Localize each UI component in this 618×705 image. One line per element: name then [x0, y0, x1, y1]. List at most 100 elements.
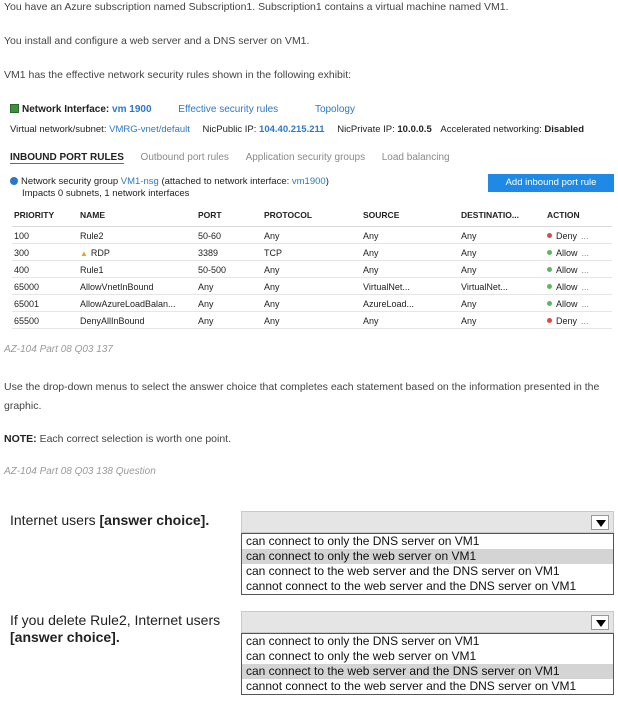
table-row[interactable]: 65500 DenyAllInBound Any Any Any Any Deny... — [12, 311, 612, 329]
cell-source: Any — [361, 311, 459, 329]
cell-port-text: Any — [198, 282, 214, 292]
cell-protocol: Any — [262, 294, 361, 312]
cell-name-text: Rule1 — [80, 265, 104, 275]
tab-inbound-port-rules[interactable]: INBOUND PORT RULES — [10, 152, 124, 163]
accel-label: Accelerated networking: — [440, 124, 542, 135]
cell-source: AzureLoad... — [361, 294, 459, 312]
table-row[interactable]: 65001 AllowAzureLoadBalan... Any Any AzureLo… — [12, 294, 612, 312]
q2-option[interactable]: can connect to only the DNS server on VM… — [242, 634, 613, 649]
more-options-icon[interactable]: ... — [581, 316, 589, 326]
table-row[interactable]: 400 Rule1 50-500 Any Any Any Allow... — [12, 260, 612, 278]
more-options-icon[interactable]: ... — [582, 265, 590, 275]
col-name[interactable]: NAME — [78, 208, 196, 227]
cell-destination: Any — [459, 311, 545, 329]
nsg-impacts: Impacts 0 subnets, 1 network interfaces — [22, 188, 190, 199]
cell-protocol-text: Any — [264, 265, 280, 275]
more-options-icon[interactable]: ... — [581, 231, 589, 241]
tab-application-security-groups[interactable]: Application security groups — [246, 152, 366, 163]
intro-paragraph-3: VM1 has the effective network security r… — [4, 69, 352, 81]
cell-destination-text: Any — [461, 299, 477, 309]
cell-priority-text: 65500 — [14, 316, 40, 326]
vnet-value[interactable]: VMRG-vnet/default — [109, 124, 190, 135]
col-priority[interactable]: PRIORITY — [12, 208, 78, 227]
cell-port: 50-60 — [196, 226, 262, 244]
cell-action: Allow... — [545, 294, 612, 312]
cell-action-text: Allow — [556, 265, 578, 275]
cell-port-text: Any — [198, 316, 214, 326]
cell-name-text: AllowVnetInBound — [80, 282, 154, 292]
cell-protocol-text: Any — [264, 316, 280, 326]
cell-destination-text: Any — [461, 316, 477, 326]
cell-protocol-text: TCP — [264, 248, 282, 258]
q1-option[interactable]: can connect to the web server and the DN… — [242, 564, 613, 579]
cell-source-text: VirtualNet... — [363, 282, 410, 292]
warning-icon: ▲ — [80, 249, 88, 258]
col-port[interactable]: PORT — [196, 208, 262, 227]
cell-name: Rule2 — [78, 226, 196, 244]
nic-name[interactable]: vm 1900 — [112, 104, 151, 115]
topology-link[interactable]: Topology — [315, 104, 355, 115]
q2-placeholder: [answer choice]. — [10, 629, 120, 645]
accel-value: Disabled — [544, 124, 585, 135]
cell-action-text: Allow — [556, 248, 578, 258]
cell-action: Allow... — [545, 243, 612, 261]
q1-dropdown[interactable] — [241, 511, 614, 533]
cell-protocol-text: Any — [264, 282, 280, 292]
cell-protocol: Any — [262, 226, 361, 244]
q1-text: Internet users — [10, 512, 100, 528]
cell-name: AllowAzureLoadBalan... — [78, 294, 196, 312]
cell-port: Any — [196, 311, 262, 329]
q1-option[interactable]: can connect to only the DNS server on VM… — [242, 534, 613, 549]
effective-rules-link[interactable]: Effective security rules — [178, 104, 278, 115]
tab-load-balancing[interactable]: Load balancing — [382, 152, 450, 163]
chevron-down-icon[interactable] — [591, 515, 609, 530]
cell-source-text: Any — [363, 231, 379, 241]
cell-protocol-text: Any — [264, 299, 280, 309]
nsg-prefix: Network security group — [21, 176, 119, 187]
cell-priority-text: 100 — [14, 231, 30, 241]
table-row[interactable]: 100 Rule2 50-60 Any Any Any Deny... — [12, 226, 612, 244]
cell-name-text: RDP — [90, 248, 110, 258]
nic-header: Network Interface: vm 1900 Effective sec… — [10, 104, 355, 115]
cell-protocol: TCP — [262, 243, 361, 261]
col-protocol[interactable]: PROTOCOL — [262, 208, 361, 227]
q2-option[interactable]: can connect to the web server and the DN… — [242, 664, 613, 679]
cell-priority-text: 65001 — [14, 299, 40, 309]
col-action[interactable]: ACTION — [545, 208, 612, 227]
q1-placeholder: [answer choice]. — [99, 512, 210, 528]
table-row[interactable]: 300 ▲ RDP 3389 TCP Any Any Allow... — [12, 243, 612, 261]
cell-protocol-text: Any — [264, 231, 280, 241]
nsg-attached-link[interactable]: vm1900 — [292, 176, 326, 187]
col-source[interactable]: SOURCE — [361, 208, 459, 227]
note-label: NOTE: — [4, 433, 37, 445]
tab-outbound-port-rules[interactable]: Outbound port rules — [141, 152, 229, 163]
cell-destination: Any — [459, 294, 545, 312]
cell-name: DenyAllInBound — [78, 311, 196, 329]
cell-port: 50-500 — [196, 260, 262, 278]
deny-icon — [547, 318, 552, 323]
q2-option[interactable]: can connect to only the web server on VM… — [242, 649, 613, 664]
q2-dropdown[interactable] — [241, 611, 614, 633]
add-inbound-rule-button[interactable]: Add inbound port rule — [488, 174, 614, 192]
note-text: Each correct selection is worth one poin… — [36, 433, 232, 445]
intro-paragraph-1: You have an Azure subscription named Sub… — [4, 1, 509, 13]
info-icon — [10, 177, 18, 185]
private-ip-label: NicPrivate IP: — [337, 124, 395, 135]
q2-option[interactable]: cannot connect to the web server and the… — [242, 679, 613, 694]
q1-option[interactable]: cannot connect to the web server and the… — [242, 579, 613, 594]
more-options-icon[interactable]: ... — [582, 282, 590, 292]
more-options-icon[interactable]: ... — [582, 299, 590, 309]
cell-name: ▲ RDP — [78, 243, 196, 261]
cell-action-text: Deny — [556, 316, 578, 326]
cell-destination-text: Any — [461, 248, 477, 258]
cell-protocol: Any — [262, 277, 361, 295]
col-destination[interactable]: DESTINATIO... — [459, 208, 545, 227]
chevron-down-icon[interactable] — [591, 615, 609, 630]
nsg-link[interactable]: VM1-nsg — [121, 176, 159, 187]
cell-priority: 65001 — [12, 294, 78, 312]
cell-action: Deny... — [545, 226, 612, 244]
more-options-icon[interactable]: ... — [582, 248, 590, 258]
q1-option[interactable]: can connect to only the web server on VM… — [242, 549, 613, 564]
table-row[interactable]: 65000 AllowVnetInBound Any Any VirtualNet...… — [12, 277, 612, 295]
cell-source-text: Any — [363, 316, 379, 326]
